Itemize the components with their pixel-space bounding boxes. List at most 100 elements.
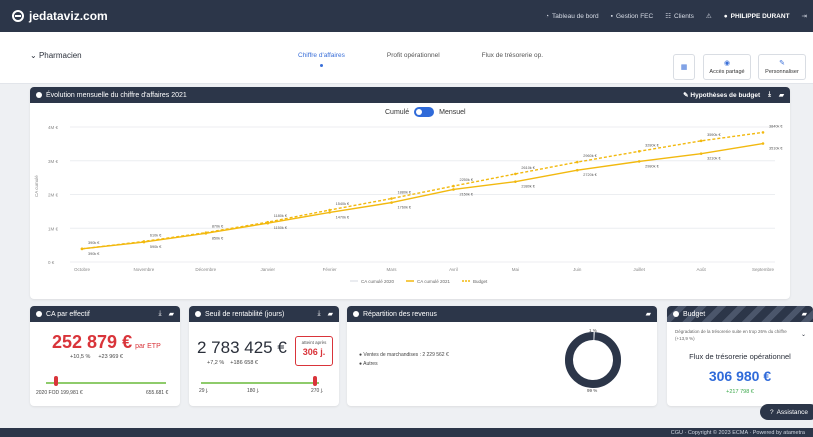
evolution-panel: Évolution mensuelle du chiffre d'affaire… xyxy=(30,87,790,299)
y-tick-label: 4M € xyxy=(48,125,59,130)
data-label: 1880k € xyxy=(398,191,412,195)
comment-icon[interactable]: ▰ xyxy=(779,91,784,99)
evolution-chart: 0 € 1M € 2M € 3M € 4M € CA cumulé Octobre Novem… xyxy=(34,124,783,284)
seuil-badge: atteint après 306 j. xyxy=(295,336,333,366)
info-icon xyxy=(36,311,42,317)
x-tick-label: Janvier xyxy=(260,267,275,272)
data-label: 3590k € xyxy=(707,133,721,137)
data-label: 850k € xyxy=(212,236,224,240)
tab-profit[interactable]: Profit opérationnel xyxy=(387,52,440,59)
info-icon xyxy=(673,311,679,317)
info-icon xyxy=(353,311,359,317)
logo-icon xyxy=(12,10,24,22)
download-icon[interactable]: ⤓ xyxy=(159,310,162,318)
comment-icon[interactable]: ▰ xyxy=(169,310,174,318)
data-label: 390k € xyxy=(88,241,100,245)
user-menu[interactable]: ● PHILIPPE DURANT xyxy=(724,13,790,20)
legend-label: CA cumulé 2021 xyxy=(417,279,451,284)
legend-label: CA cumulé 2020 xyxy=(361,279,395,284)
company-selector[interactable]: ⌄ Pharmacien xyxy=(30,51,82,60)
budget-value: 306 980 € xyxy=(708,368,772,384)
donut-slice-main xyxy=(565,332,621,388)
data-label: 2980k € xyxy=(645,164,659,168)
hypotheses-link[interactable]: ✎ Hypothèses de budget xyxy=(683,91,760,99)
data-label: 2250k € xyxy=(459,178,473,182)
info-icon xyxy=(195,311,201,317)
data-label: 3210k € xyxy=(707,157,721,161)
ca-effectif-marker xyxy=(54,376,59,386)
ca-effectif-value: 252 879 € xyxy=(52,332,133,352)
app-logo[interactable]: jedataviz.com xyxy=(12,9,108,23)
data-label: 3840k € xyxy=(769,124,783,128)
calendar-button[interactable]: ▦ xyxy=(673,54,695,80)
x-tick-label: Septembre xyxy=(752,267,775,272)
data-point xyxy=(328,211,331,214)
download-icon[interactable]: ⤓ xyxy=(318,310,321,318)
ca-effectif-delta-abs: +23 969 € xyxy=(98,354,123,360)
data-point xyxy=(699,152,703,155)
share-button[interactable]: ◉ Accès partagé xyxy=(703,54,751,80)
seuil-tick-1: 29 j. xyxy=(199,388,209,394)
cumul-toggle-row: Cumulé Mensuel xyxy=(385,107,466,117)
data-label: 2960k € xyxy=(583,154,597,158)
x-tick-label: Février xyxy=(323,267,338,272)
seuil-value: 2 783 425 € xyxy=(197,338,287,357)
dashboard-icon: ◔ xyxy=(545,12,550,20)
repartition-header: Répartition des revenus ▰ xyxy=(347,306,657,322)
repartition-title: Répartition des revenus xyxy=(363,310,437,318)
series-line xyxy=(81,142,764,250)
tab-chiffre-affaires[interactable]: Chiffre d'affaires xyxy=(298,52,345,67)
y-tick-label: 2M € xyxy=(48,193,59,198)
data-point xyxy=(452,184,455,188)
data-label: 1540k € xyxy=(336,202,350,206)
seuil-delta-abs: +186 658 € xyxy=(230,360,258,366)
data-point xyxy=(514,172,517,176)
repartition-donut xyxy=(565,332,621,388)
ca-effectif-unit: par ETP xyxy=(135,343,161,350)
nav-clients[interactable]: ☷ Clients xyxy=(665,12,694,21)
chevron-down-icon: ⌄ xyxy=(30,51,37,60)
info-icon xyxy=(36,92,42,98)
cumul-toggle[interactable] xyxy=(414,107,435,117)
legend-item-ventes[interactable]: ● Ventes de marchandises : 2 229 562 € xyxy=(359,352,449,358)
ca-effectif-max: 655.681 € xyxy=(146,390,169,396)
footer: CGU · Copyright © 2023 ECMA · Powered by… xyxy=(0,428,813,437)
data-label: 1180k € xyxy=(274,214,288,218)
customize-button[interactable]: ✎ Personnaliser xyxy=(758,54,806,80)
tabs: Chiffre d'affaires Profit opérationnel F… xyxy=(298,52,585,67)
budget-desc: Dégradation de la trésorerie suite en tr… xyxy=(675,329,787,341)
alert-icon[interactable]: ⚠ xyxy=(706,12,712,20)
comment-icon[interactable]: ▰ xyxy=(328,310,333,318)
y-axis-label: CA cumulé xyxy=(34,175,39,197)
x-tick-label: Juillet xyxy=(633,267,645,272)
download-icon[interactable]: ⤓ xyxy=(768,91,771,99)
y-tick-label: 0 € xyxy=(48,260,55,265)
data-label: 390k € xyxy=(88,252,100,256)
card-repartition: Répartition des revenus ▰ ● Ventes de ma… xyxy=(347,306,657,406)
card-budget: Budget ▰ Dégradation de la trésorerie su… xyxy=(667,306,813,406)
legend-item-autres[interactable]: ● Autres xyxy=(359,361,449,367)
data-label: 1760k € xyxy=(398,206,412,210)
logout-icon[interactable]: ⇥ xyxy=(802,12,807,20)
help-icon: ? xyxy=(769,408,774,416)
comment-icon[interactable]: ▰ xyxy=(802,310,807,318)
donut-label-bottom: 99 % xyxy=(587,388,598,393)
nav-fec[interactable]: ▪ Gestion FEC xyxy=(611,13,654,20)
ca-effectif-delta-pct: +10,5 % xyxy=(70,354,91,360)
data-point xyxy=(637,160,641,163)
data-label: 610k € xyxy=(150,233,162,237)
footer-text: CGU · Copyright © 2023 ECMA · Powered by… xyxy=(670,429,805,436)
y-tick-label: 1M € xyxy=(48,226,59,231)
x-tick-label: Mars xyxy=(387,267,398,272)
chevron-down-icon[interactable]: ⌄ xyxy=(801,331,806,338)
assistance-button[interactable]: ? Assistance xyxy=(760,404,813,420)
seuil-tick-3: 270 j. xyxy=(311,388,324,394)
users-icon: ☷ xyxy=(665,13,672,20)
top-nav: ◔ Tableau de bord ▪ Gestion FEC ☷ Clients ⚠… xyxy=(545,0,807,32)
comment-icon[interactable]: ▰ xyxy=(646,310,651,318)
tab-flux[interactable]: Flux de trésorerie op. xyxy=(482,52,543,59)
nav-dashboard[interactable]: ◔ Tableau de bord xyxy=(545,13,599,20)
calendar-icon: ▦ xyxy=(680,64,688,71)
evolution-title: Évolution mensuelle du chiffre d'affaire… xyxy=(46,91,187,99)
data-label: 870k € xyxy=(212,225,224,229)
